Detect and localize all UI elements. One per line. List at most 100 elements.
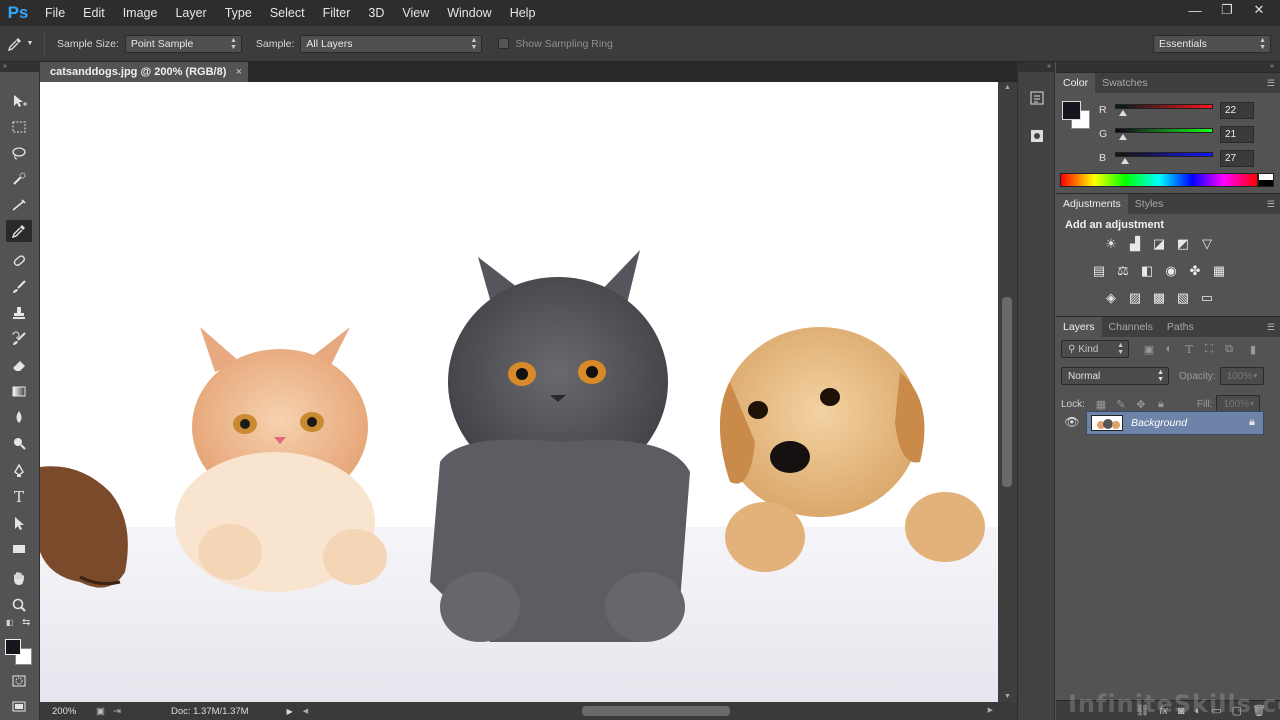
black-white-icon[interactable]: ◧ [1138,262,1156,280]
close-window-button[interactable]: ✕ [1244,0,1274,20]
selective-color-icon[interactable]: ▧ [1174,289,1192,307]
minimize-button[interactable]: — [1180,0,1210,20]
posterize-icon[interactable]: ▨ [1126,289,1144,307]
properties-panel-button[interactable] [1025,124,1049,148]
status-menu-arrow-icon[interactable]: ▶ [287,707,293,716]
vertical-scrollbar[interactable]: ▲ ▼ [998,82,1017,702]
share-icon[interactable]: ⇥ [113,706,121,717]
vertical-scroll-thumb[interactable] [1002,297,1012,487]
rectangle-tool[interactable] [6,538,32,560]
hand-tool[interactable] [6,568,32,590]
levels-icon[interactable]: ▟ [1126,235,1144,253]
foreground-color-swatch[interactable] [5,639,21,655]
tab-paths[interactable]: Paths [1160,317,1201,337]
panel-menu-icon[interactable]: ☰ [1267,73,1275,93]
swap-colors-icon[interactable]: ⇆ [22,617,30,628]
history-panel-button[interactable] [1025,86,1049,110]
black-white-ramp[interactable] [1258,173,1274,187]
menu-edit[interactable]: Edit [74,0,114,26]
menu-view[interactable]: View [393,0,438,26]
filter-toggle-icon[interactable]: ▮ [1243,340,1263,358]
green-value-input[interactable]: 21 [1220,126,1254,143]
panel-menu-icon[interactable]: ☰ [1267,194,1275,214]
filter-pixel-layers-icon[interactable]: ▣ [1139,340,1159,358]
layer-name[interactable]: Background [1131,417,1187,429]
brightness-contrast-icon[interactable]: ☀ [1102,235,1120,253]
photo-filter-icon[interactable]: ◉ [1162,262,1180,280]
marquee-tool[interactable] [6,116,32,138]
menu-image[interactable]: Image [114,0,167,26]
tab-layers[interactable]: Layers [1056,317,1102,337]
dock-collapse-button[interactable]: « [1017,62,1055,72]
tab-adjustments[interactable]: Adjustments [1056,194,1128,214]
menu-type[interactable]: Type [216,0,261,26]
tab-channels[interactable]: Channels [1102,317,1160,337]
pen-tool[interactable] [6,460,32,482]
invert-icon[interactable]: ◈ [1102,289,1120,307]
workspace-switcher[interactable]: Essentials ▲ ▼ [1153,35,1271,53]
quick-selection-tool[interactable] [6,168,32,190]
hue-saturation-icon[interactable]: ▤ [1090,262,1108,280]
type-tool[interactable]: T [6,486,32,508]
blur-tool[interactable] [6,406,32,428]
lasso-tool[interactable] [6,142,32,164]
horizontal-scroll-thumb[interactable] [582,706,730,716]
clone-stamp-tool[interactable] [6,302,32,324]
show-sampling-ring-checkbox[interactable] [498,38,510,49]
menu-filter[interactable]: Filter [314,0,360,26]
red-value-input[interactable]: 22 [1220,102,1254,119]
scroll-right-icon[interactable]: ▶ [988,706,993,714]
red-slider-knob[interactable] [1119,110,1128,116]
lock-icon[interactable]: 🔒︎ [1249,416,1255,429]
opacity-input[interactable]: 100% ▼ [1219,367,1264,385]
healing-brush-tool[interactable] [6,250,32,272]
red-slider-track[interactable] [1115,104,1213,109]
filter-adjustment-layers-icon[interactable]: ◐ [1159,340,1179,358]
default-colors-icon[interactable]: ◧ [6,618,14,627]
menu-help[interactable]: Help [501,0,545,26]
panels-collapse-button[interactable]: » [1056,62,1280,72]
crop-tool[interactable] [6,194,32,216]
menu-select[interactable]: Select [261,0,314,26]
status-info-icon[interactable]: ▣ [96,706,105,717]
dodge-tool[interactable] [6,432,32,454]
scroll-left-icon[interactable]: ◀ [303,707,308,715]
menu-3d[interactable]: 3D [359,0,393,26]
filter-smart-objects-icon[interactable]: ⧉ [1219,340,1239,358]
color-lookup-icon[interactable]: ▦ [1210,262,1228,280]
scroll-down-icon[interactable]: ▼ [998,693,1017,700]
path-selection-tool[interactable] [6,512,32,534]
toolbar-collapse-button[interactable]: » [0,62,40,72]
gradient-tool[interactable] [6,380,32,402]
green-slider-knob[interactable] [1119,134,1128,140]
tool-preset-picker[interactable]: ▼ [0,36,40,52]
menu-layer[interactable]: Layer [166,0,215,26]
blue-slider-knob[interactable] [1121,158,1130,164]
foreground-color-box[interactable] [1062,101,1081,120]
screen-mode-button[interactable] [6,696,32,718]
document-canvas[interactable] [40,82,998,702]
panel-menu-icon[interactable]: ☰ [1267,317,1275,337]
color-balance-icon[interactable]: ⚖ [1114,262,1132,280]
threshold-icon[interactable]: ▩ [1150,289,1168,307]
tab-styles[interactable]: Styles [1128,194,1171,214]
move-tool[interactable] [6,90,32,112]
horizontal-scrollbar[interactable]: ▶ [315,703,997,719]
kind-filter-dropdown[interactable]: ⚲ Kind ▲ ▼ [1061,340,1129,358]
zoom-tool[interactable] [6,594,32,616]
eraser-tool[interactable] [6,354,32,376]
zoom-level[interactable]: 200% [40,706,86,717]
vibrance-icon[interactable]: ▽ [1198,235,1216,253]
menu-file[interactable]: File [36,0,74,26]
restore-button[interactable]: ❐ [1212,0,1242,20]
eye-icon[interactable]: 👁︎ [1064,414,1080,430]
sample-dropdown[interactable]: All Layers ▲ ▼ [300,34,483,53]
channel-mixer-icon[interactable]: ✤ [1186,262,1204,280]
color-spectrum-ramp[interactable] [1060,173,1274,187]
exposure-icon[interactable]: ◩ [1174,235,1192,253]
menu-window[interactable]: Window [438,0,500,26]
blend-mode-dropdown[interactable]: Normal ▲ ▼ [1061,367,1169,385]
document-tab[interactable]: catsanddogs.jpg @ 200% (RGB/8) × [40,62,248,82]
layer-row[interactable]: Background 🔒︎ [1086,411,1264,435]
quick-mask-button[interactable] [6,670,32,692]
